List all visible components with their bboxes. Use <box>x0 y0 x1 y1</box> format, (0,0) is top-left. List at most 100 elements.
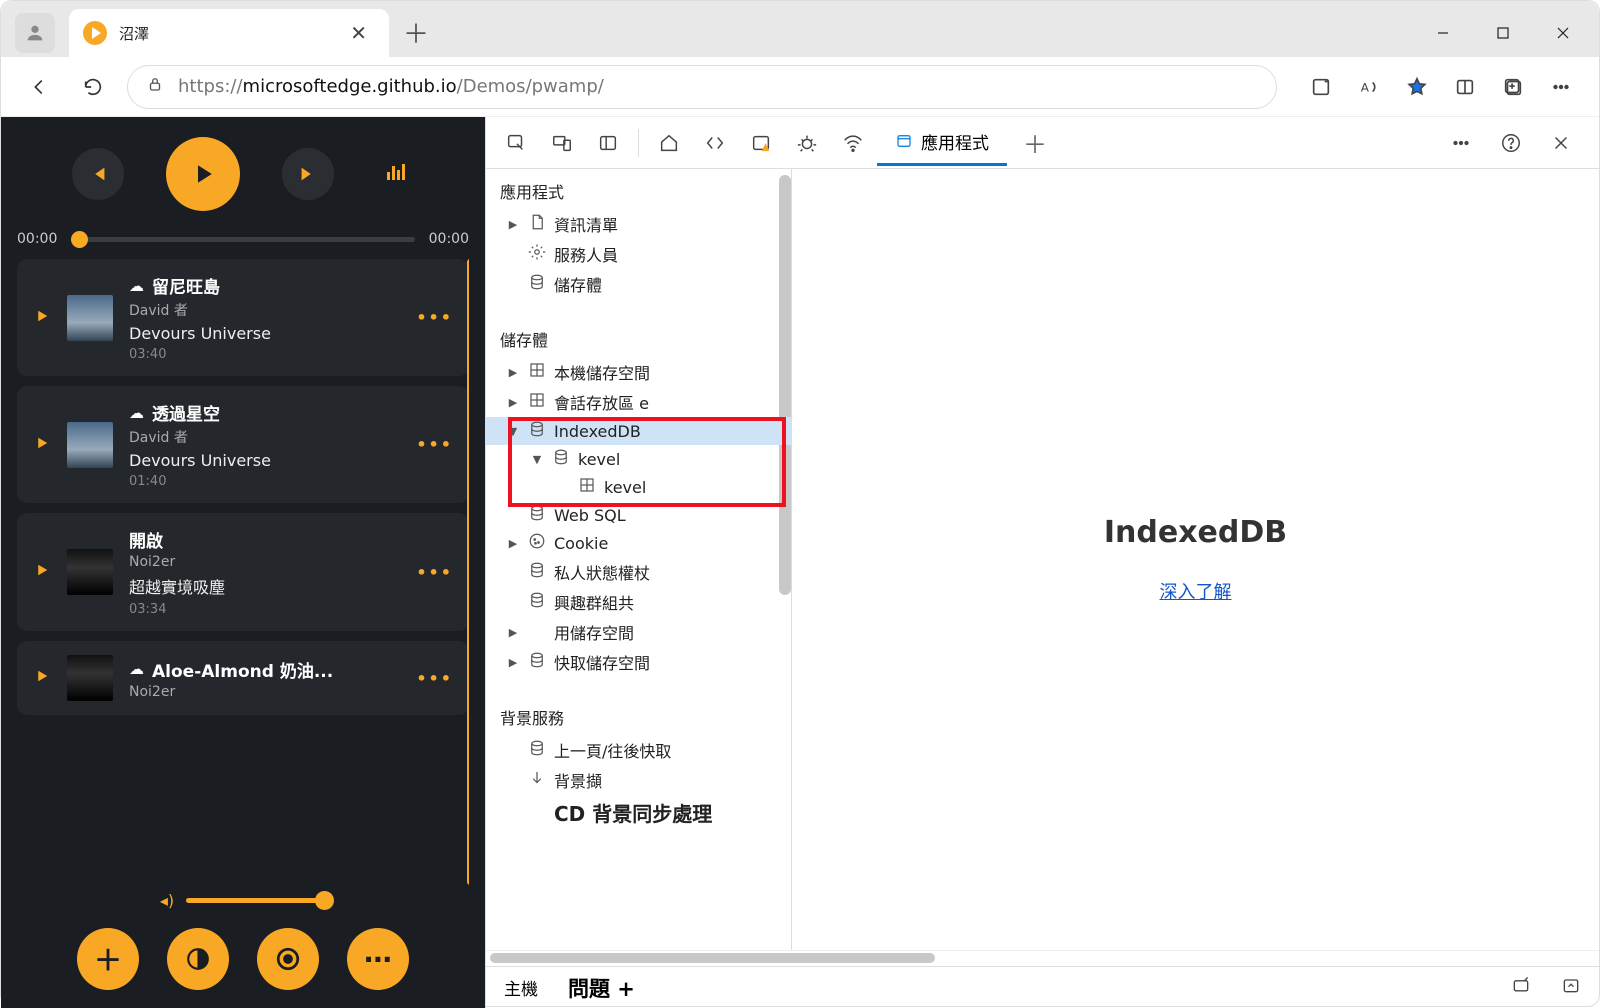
album-cover <box>67 549 113 595</box>
song-row[interactable]: ☁透過星空 David 者 Devours Universe 01:40 ••• <box>17 386 469 503</box>
debug-icon[interactable] <box>785 123 829 163</box>
tree-item[interactable]: ▶會話存放區 e <box>486 387 791 417</box>
tree-item[interactable]: ▼kevel <box>486 445 791 473</box>
new-tab-button[interactable]: ＋ <box>389 14 443 51</box>
learn-more-link[interactable]: 深入了解 <box>1160 578 1232 604</box>
tree-item[interactable]: 儲存體 <box>486 269 791 299</box>
tree-item[interactable]: ▶用儲存空間 <box>486 617 791 647</box>
minimize-button[interactable] <box>1415 13 1471 53</box>
split-screen-button[interactable] <box>1445 67 1485 107</box>
cloud-icon: ☁ <box>129 404 144 422</box>
db-icon <box>528 420 546 442</box>
db-icon <box>528 591 546 613</box>
address-bar[interactable]: https://microsoftedge.github.io/Demos/pw… <box>127 65 1277 109</box>
svg-text:A: A <box>1361 80 1370 94</box>
drawer-tab-issues[interactable]: 問題 + <box>568 973 635 1003</box>
profile-button[interactable] <box>15 13 55 53</box>
grid-icon <box>528 361 546 383</box>
prev-track-button[interactable] <box>72 148 124 200</box>
drawer-icon-2[interactable] <box>1561 975 1581 1000</box>
elements-icon[interactable] <box>693 123 737 163</box>
inspect-icon[interactable] <box>494 123 538 163</box>
db-icon <box>528 561 546 583</box>
favorite-button[interactable] <box>1397 67 1437 107</box>
more-button[interactable]: ⋯ <box>347 928 409 990</box>
welcome-icon[interactable] <box>647 123 691 163</box>
main-title: IndexedDB <box>1104 515 1287 550</box>
song-more-button[interactable]: ••• <box>416 308 453 327</box>
maximize-button[interactable] <box>1475 13 1531 53</box>
tree-item[interactable]: 服務人員 <box>486 239 791 269</box>
read-aloud-button[interactable]: A <box>1349 67 1389 107</box>
play-song-button[interactable] <box>33 434 51 456</box>
song-duration: 01:40 <box>129 474 400 489</box>
tree-item[interactable]: ▶資訊清單 <box>486 209 791 239</box>
browser-tab[interactable]: 沼澤 ✕ <box>69 9 389 57</box>
song-row[interactable]: 開啟 Noi2er 超越實境吸塵 03:34 ••• <box>17 513 469 631</box>
song-more-button[interactable]: ••• <box>416 669 453 688</box>
add-button[interactable]: ＋ <box>77 928 139 990</box>
sources-icon[interactable] <box>739 123 783 163</box>
db-icon <box>528 651 546 673</box>
play-song-button[interactable] <box>33 667 51 689</box>
drawer-tab-console[interactable]: 主機 <box>504 975 538 1000</box>
play-button[interactable] <box>166 137 240 211</box>
devtools-drawer: 主機 問題 + <box>486 966 1599 1008</box>
back-button[interactable] <box>19 67 59 107</box>
menu-button[interactable] <box>1541 67 1581 107</box>
volume-slider[interactable] <box>186 898 326 903</box>
blank-icon <box>528 621 546 643</box>
lock-icon <box>146 75 164 98</box>
tab-application[interactable]: 應用程式 <box>877 120 1007 166</box>
tree-item[interactable]: kevel <box>486 473 791 501</box>
song-more-button[interactable]: ••• <box>416 563 453 582</box>
db-icon <box>528 273 546 295</box>
song-row[interactable]: ☁留尼旺島 David 者 Devours Universe 03:40 ••• <box>17 259 469 376</box>
play-song-button[interactable] <box>33 561 51 583</box>
visualizer-button[interactable] <box>386 164 414 184</box>
tree-item[interactable]: 上一頁/往後快取 <box>486 735 791 765</box>
db-icon <box>528 504 546 526</box>
close-tab-button[interactable]: ✕ <box>342 17 375 49</box>
record-button[interactable] <box>257 928 319 990</box>
device-icon[interactable] <box>540 123 584 163</box>
section-application: 應用程式 <box>486 169 791 209</box>
close-devtools-button[interactable] <box>1539 123 1583 163</box>
song-album: Devours Universe <box>129 324 400 343</box>
browser-toolbar: https://microsoftedge.github.io/Demos/pw… <box>1 57 1599 117</box>
song-artist: David 者 <box>129 300 400 320</box>
tree-item[interactable]: ▶本機儲存空間 <box>486 357 791 387</box>
album-cover <box>67 422 113 468</box>
tree-item[interactable]: 背景擷 <box>486 765 791 795</box>
song-title: Aloe-Almond 奶油... <box>152 657 333 682</box>
tree-item[interactable]: CD 背景同步處理 <box>486 795 791 830</box>
tree-item[interactable]: ▶Cookie <box>486 529 791 557</box>
collections-button[interactable] <box>1493 67 1533 107</box>
help-icon[interactable] <box>1489 123 1533 163</box>
tree-item[interactable]: ▼IndexedDB <box>486 417 791 445</box>
tree-item[interactable]: 私人狀態權杖 <box>486 557 791 587</box>
tree-item[interactable]: 興趣群組共 <box>486 587 791 617</box>
next-track-button[interactable] <box>282 148 334 200</box>
theme-button[interactable] <box>167 928 229 990</box>
section-storage: 儲存體 <box>486 317 791 357</box>
song-album: Devours Universe <box>129 451 400 470</box>
add-tab-button[interactable]: ＋ <box>1009 125 1061 160</box>
drawer-icon-1[interactable] <box>1511 975 1531 1000</box>
close-window-button[interactable] <box>1535 13 1591 53</box>
extensions-button[interactable] <box>1301 67 1341 107</box>
refresh-button[interactable] <box>73 67 113 107</box>
tree-item[interactable]: Web SQL <box>486 501 791 529</box>
song-more-button[interactable]: ••• <box>416 435 453 454</box>
song-duration: 03:34 <box>129 602 400 617</box>
tree-item[interactable]: ▶快取儲存空間 <box>486 647 791 677</box>
devtools-more-icon[interactable] <box>1439 123 1483 163</box>
song-row[interactable]: ☁Aloe-Almond 奶油... Noi2er ••• <box>17 641 469 715</box>
seek-slider[interactable] <box>71 237 414 242</box>
horizontal-scrollbar[interactable] <box>486 950 1599 966</box>
song-album: 超越實境吸塵 <box>129 574 400 598</box>
dock-icon[interactable] <box>586 123 630 163</box>
network-icon[interactable] <box>831 123 875 163</box>
play-song-button[interactable] <box>33 307 51 329</box>
cloud-icon: ☁ <box>129 660 144 678</box>
